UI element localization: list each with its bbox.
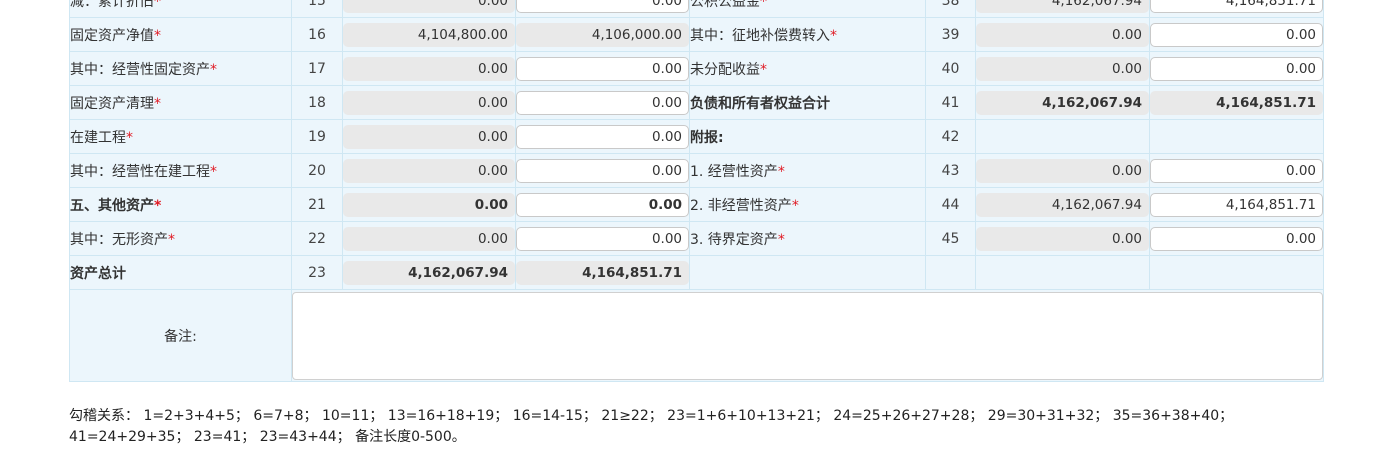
row-label: 其中：经营性固定资产* — [69, 51, 292, 86]
row-number: 41 — [925, 85, 976, 120]
end-value-input[interactable]: 0.00 — [516, 124, 689, 149]
row-label: 公积公益金* — [689, 0, 926, 18]
start-value-readonly: 0.00 — [976, 22, 1149, 47]
remarks-row: 备注: — [69, 289, 1324, 382]
end-value-input[interactable]: 0.00 — [1150, 226, 1323, 251]
row-label: 其中：征地补偿费转入* — [689, 17, 926, 52]
row-number: 42 — [925, 119, 976, 154]
row-number: 43 — [925, 153, 976, 188]
end-value-input[interactable]: 4,164,851.71 — [1150, 0, 1323, 13]
end-value-input[interactable]: 4,164,851.71 — [1150, 192, 1323, 217]
remarks-label: 备注: — [69, 289, 292, 382]
start-value-readonly: 4,162,067.94 — [343, 260, 515, 285]
start-value-readonly: 0.00 — [343, 56, 515, 81]
row-label: 附报: — [689, 119, 926, 154]
row-number: 18 — [291, 85, 343, 120]
end-value-input[interactable]: 0.00 — [516, 192, 689, 217]
balance-sheet-table: 减：累计折旧* 15 0.00 0.00 公积公益金* 38 4,162,067… — [69, 0, 1324, 382]
end-value-input[interactable]: 0.00 — [1150, 158, 1323, 183]
row-label: 五、其他资产* — [69, 187, 292, 222]
start-value-readonly: 0.00 — [343, 158, 515, 183]
table-row: 资产总计 23 4,162,067.94 4,164,851.71 — [69, 255, 1324, 290]
end-value-input[interactable]: 0.00 — [1150, 56, 1323, 81]
row-number: 39 — [925, 17, 976, 52]
start-value-readonly: 0.00 — [343, 0, 515, 13]
end-value-readonly: 4,164,851.71 — [1150, 90, 1323, 115]
row-label: 其中：经营性在建工程* — [69, 153, 292, 188]
row-label: 资产总计 — [69, 255, 292, 290]
table-row: 其中：经营性固定资产* 17 0.00 0.00 未分配收益* 40 0.00 … — [69, 51, 1324, 86]
table-row: 其中：经营性在建工程* 20 0.00 0.00 1. 经营性资产* 43 0.… — [69, 153, 1324, 188]
start-value-readonly: 4,162,067.94 — [976, 0, 1149, 13]
empty-cell — [1149, 255, 1324, 290]
start-value-readonly: 0.00 — [343, 124, 515, 149]
end-value-input[interactable]: 0.00 — [1150, 22, 1323, 47]
start-value-readonly: 0.00 — [343, 90, 515, 115]
empty-cell — [1149, 119, 1324, 154]
row-label: 减：累计折旧* — [69, 0, 292, 18]
start-value-readonly: 0.00 — [976, 56, 1149, 81]
row-number: 15 — [291, 0, 343, 18]
row-label: 固定资产清理* — [69, 85, 292, 120]
row-number: 45 — [925, 221, 976, 256]
end-value-input[interactable]: 0.00 — [516, 158, 689, 183]
end-value-readonly: 4,164,851.71 — [516, 260, 689, 285]
row-number: 16 — [291, 17, 343, 52]
empty-cell — [925, 255, 976, 290]
empty-cell — [689, 255, 926, 290]
row-number: 22 — [291, 221, 343, 256]
table-row: 减：累计折旧* 15 0.00 0.00 公积公益金* 38 4,162,067… — [69, 0, 1324, 18]
row-number: 38 — [925, 0, 976, 18]
row-label: 固定资产净值* — [69, 17, 292, 52]
row-label: 3. 待界定资产* — [689, 221, 926, 256]
end-value-input[interactable]: 0.00 — [516, 90, 689, 115]
row-label: 在建工程* — [69, 119, 292, 154]
end-value-input[interactable]: 0.00 — [516, 0, 689, 13]
row-number: 20 — [291, 153, 343, 188]
row-number: 21 — [291, 187, 343, 222]
empty-cell — [975, 255, 1150, 290]
start-value-readonly: 4,162,067.94 — [976, 192, 1149, 217]
start-value-readonly: 0.00 — [976, 158, 1149, 183]
start-value-readonly: 0.00 — [343, 226, 515, 251]
row-label: 未分配收益* — [689, 51, 926, 86]
table-row: 在建工程* 19 0.00 0.00 附报: 42 — [69, 119, 1324, 154]
end-value-readonly: 4,106,000.00 — [516, 22, 689, 47]
row-number: 23 — [291, 255, 343, 290]
table-row: 其中：无形资产* 22 0.00 0.00 3. 待界定资产* 45 0.00 … — [69, 221, 1324, 256]
table-row: 五、其他资产* 21 0.00 0.00 2. 非经营性资产* 44 4,162… — [69, 187, 1324, 222]
end-value-input[interactable]: 0.00 — [516, 56, 689, 81]
empty-cell — [975, 119, 1150, 154]
start-value-readonly: 0.00 — [343, 192, 515, 217]
end-value-input[interactable]: 0.00 — [516, 226, 689, 251]
remarks-textarea[interactable] — [292, 291, 1323, 380]
start-value-readonly: 4,162,067.94 — [976, 90, 1149, 115]
table-row: 固定资产净值* 16 4,104,800.00 4,106,000.00 其中：… — [69, 17, 1324, 52]
table-row: 固定资产清理* 18 0.00 0.00 负债和所有者权益合计 41 4,162… — [69, 85, 1324, 120]
start-value-readonly: 4,104,800.00 — [343, 22, 515, 47]
row-number: 17 — [291, 51, 343, 86]
start-value-readonly: 0.00 — [976, 226, 1149, 251]
check-relations-note: 勾稽关系： 1=2+3+4+5； 6=7+8； 10=11； 13=16+18+… — [69, 408, 1234, 445]
row-label: 1. 经营性资产* — [689, 153, 926, 188]
row-number: 44 — [925, 187, 976, 222]
row-label: 其中：无形资产* — [69, 221, 292, 256]
row-number: 40 — [925, 51, 976, 86]
row-label: 负债和所有者权益合计 — [689, 85, 926, 120]
row-number: 19 — [291, 119, 343, 154]
row-label: 2. 非经营性资产* — [689, 187, 926, 222]
